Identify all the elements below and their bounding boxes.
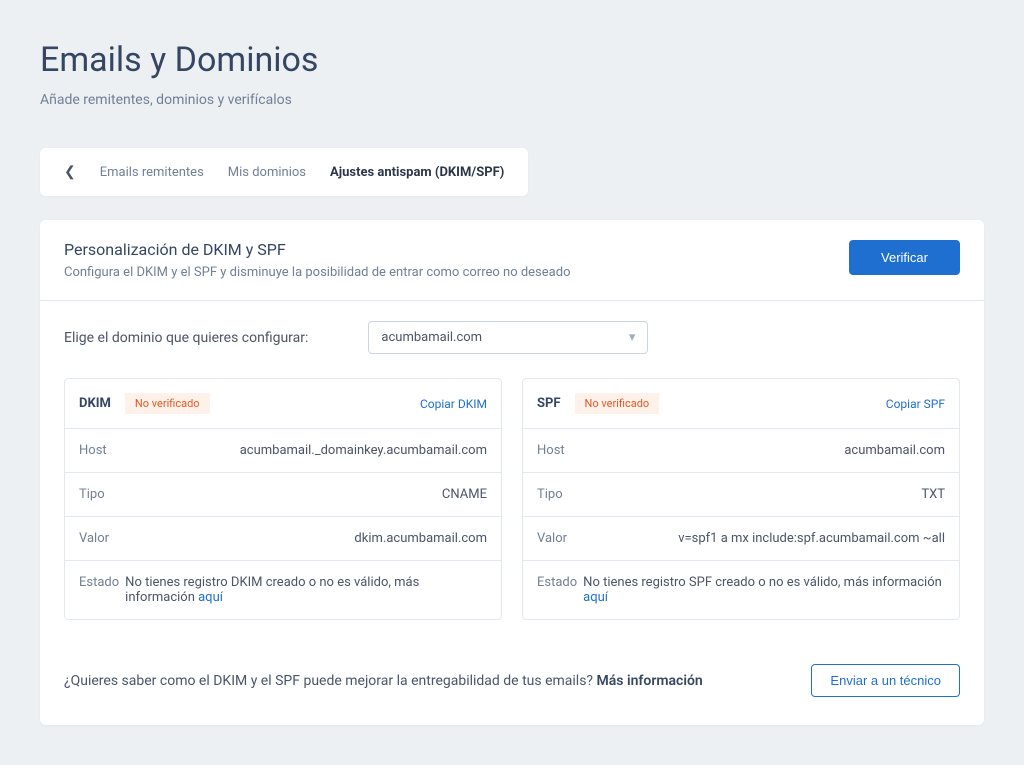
spf-card-header: SPF No verificado Copiar SPF — [523, 379, 959, 428]
dkim-value-row: Valor dkim.acumbamail.com — [65, 516, 501, 560]
spf-status-badge: No verificado — [575, 393, 660, 414]
dkim-status-row: Estado No tienes registro DKIM creado o … — [65, 560, 501, 619]
spf-status-text: No tienes registro SPF creado o no es vá… — [583, 575, 945, 605]
dkim-host-value: acumbamail._domainkey.acumbamail.com — [240, 443, 487, 458]
spf-host-label: Host — [537, 443, 565, 458]
spf-status-row: Estado No tienes registro SPF creado o n… — [523, 560, 959, 619]
tabs-card: ❮ Emails remitentes Mis dominios Ajustes… — [40, 148, 528, 196]
spf-value-label: Valor — [537, 531, 567, 546]
dkim-card: DKIM No verificado Copiar DKIM Host acum… — [64, 378, 502, 620]
dkim-status-link[interactable]: aquí — [198, 590, 223, 605]
domain-selector-row: Elige el dominio que quieres configurar:… — [40, 301, 984, 374]
domain-selector-label: Elige el dominio que quieres configurar: — [64, 330, 308, 346]
dkim-host-label: Host — [79, 443, 107, 458]
copy-dkim-link[interactable]: Copiar DKIM — [420, 397, 487, 411]
panel-header-text: Personalización de DKIM y SPF Configura … — [64, 240, 570, 280]
spf-status-text-content: No tienes registro SPF creado o no es vá… — [583, 575, 942, 590]
page-subtitle: Añade remitentes, dominios y verifícalos — [40, 92, 984, 108]
dkim-status-label: Estado — [79, 575, 119, 605]
footer-text: ¿Quieres saber como el DKIM y el SPF pue… — [64, 673, 703, 689]
records-row: DKIM No verificado Copiar DKIM Host acum… — [40, 374, 984, 640]
tab-mis-dominios[interactable]: Mis dominios — [228, 165, 306, 180]
spf-card: SPF No verificado Copiar SPF Host acumba… — [522, 378, 960, 620]
back-chevron-icon[interactable]: ❮ — [64, 164, 76, 180]
dkim-value-label: Valor — [79, 531, 109, 546]
spf-value-row: Valor v=spf1 a mx include:spf.acumbamail… — [523, 516, 959, 560]
footer-more-info-link[interactable]: Más información — [597, 673, 703, 689]
spf-name: SPF — [537, 396, 561, 411]
dkim-value-value: dkim.acumbamail.com — [354, 531, 487, 546]
spf-status-link[interactable]: aquí — [583, 590, 608, 605]
page-title: Emails y Dominios — [40, 40, 984, 80]
panel-header: Personalización de DKIM y SPF Configura … — [40, 220, 984, 301]
dkim-type-row: Tipo CNAME — [65, 472, 501, 516]
spf-status-label: Estado — [537, 575, 577, 605]
spf-card-header-left: SPF No verificado — [537, 393, 659, 414]
spf-type-row: Tipo TXT — [523, 472, 959, 516]
domain-select[interactable]: acumbamail.com ▾ — [368, 321, 648, 354]
dkim-card-header: DKIM No verificado Copiar DKIM — [65, 379, 501, 428]
spf-host-value: acumbamail.com — [844, 443, 945, 458]
dkim-type-value: CNAME — [442, 487, 487, 502]
send-to-technician-button[interactable]: Enviar a un técnico — [811, 664, 960, 697]
spf-type-value: TXT — [921, 487, 945, 502]
panel-title: Personalización de DKIM y SPF — [64, 240, 570, 259]
dkim-status-text-content: No tienes registro DKIM creado o no es v… — [125, 575, 419, 605]
spf-value-value: v=spf1 a mx include:spf.acumbamail.com ~… — [678, 531, 945, 546]
panel-desc: Configura el DKIM y el SPF y disminuye l… — [64, 265, 570, 280]
footer-question: ¿Quieres saber como el DKIM y el SPF pue… — [64, 673, 597, 689]
dkim-type-label: Tipo — [79, 487, 105, 502]
tab-ajustes-antispam[interactable]: Ajustes antispam (DKIM/SPF) — [330, 165, 504, 180]
dkim-name: DKIM — [79, 396, 111, 411]
chevron-down-icon: ▾ — [629, 330, 636, 345]
dkim-status-badge: No verificado — [125, 393, 210, 414]
tab-emails-remitentes[interactable]: Emails remitentes — [100, 165, 204, 180]
dkim-card-header-left: DKIM No verificado — [79, 393, 210, 414]
domain-select-value: acumbamail.com — [381, 330, 482, 345]
dkim-host-row: Host acumbamail._domainkey.acumbamail.co… — [65, 428, 501, 472]
footer-row: ¿Quieres saber como el DKIM y el SPF pue… — [40, 640, 984, 725]
verify-button[interactable]: Verificar — [849, 240, 960, 275]
main-panel: Personalización de DKIM y SPF Configura … — [40, 220, 984, 725]
dkim-status-text: No tienes registro DKIM creado o no es v… — [125, 575, 487, 605]
copy-spf-link[interactable]: Copiar SPF — [886, 397, 945, 411]
spf-type-label: Tipo — [537, 487, 563, 502]
spf-host-row: Host acumbamail.com — [523, 428, 959, 472]
